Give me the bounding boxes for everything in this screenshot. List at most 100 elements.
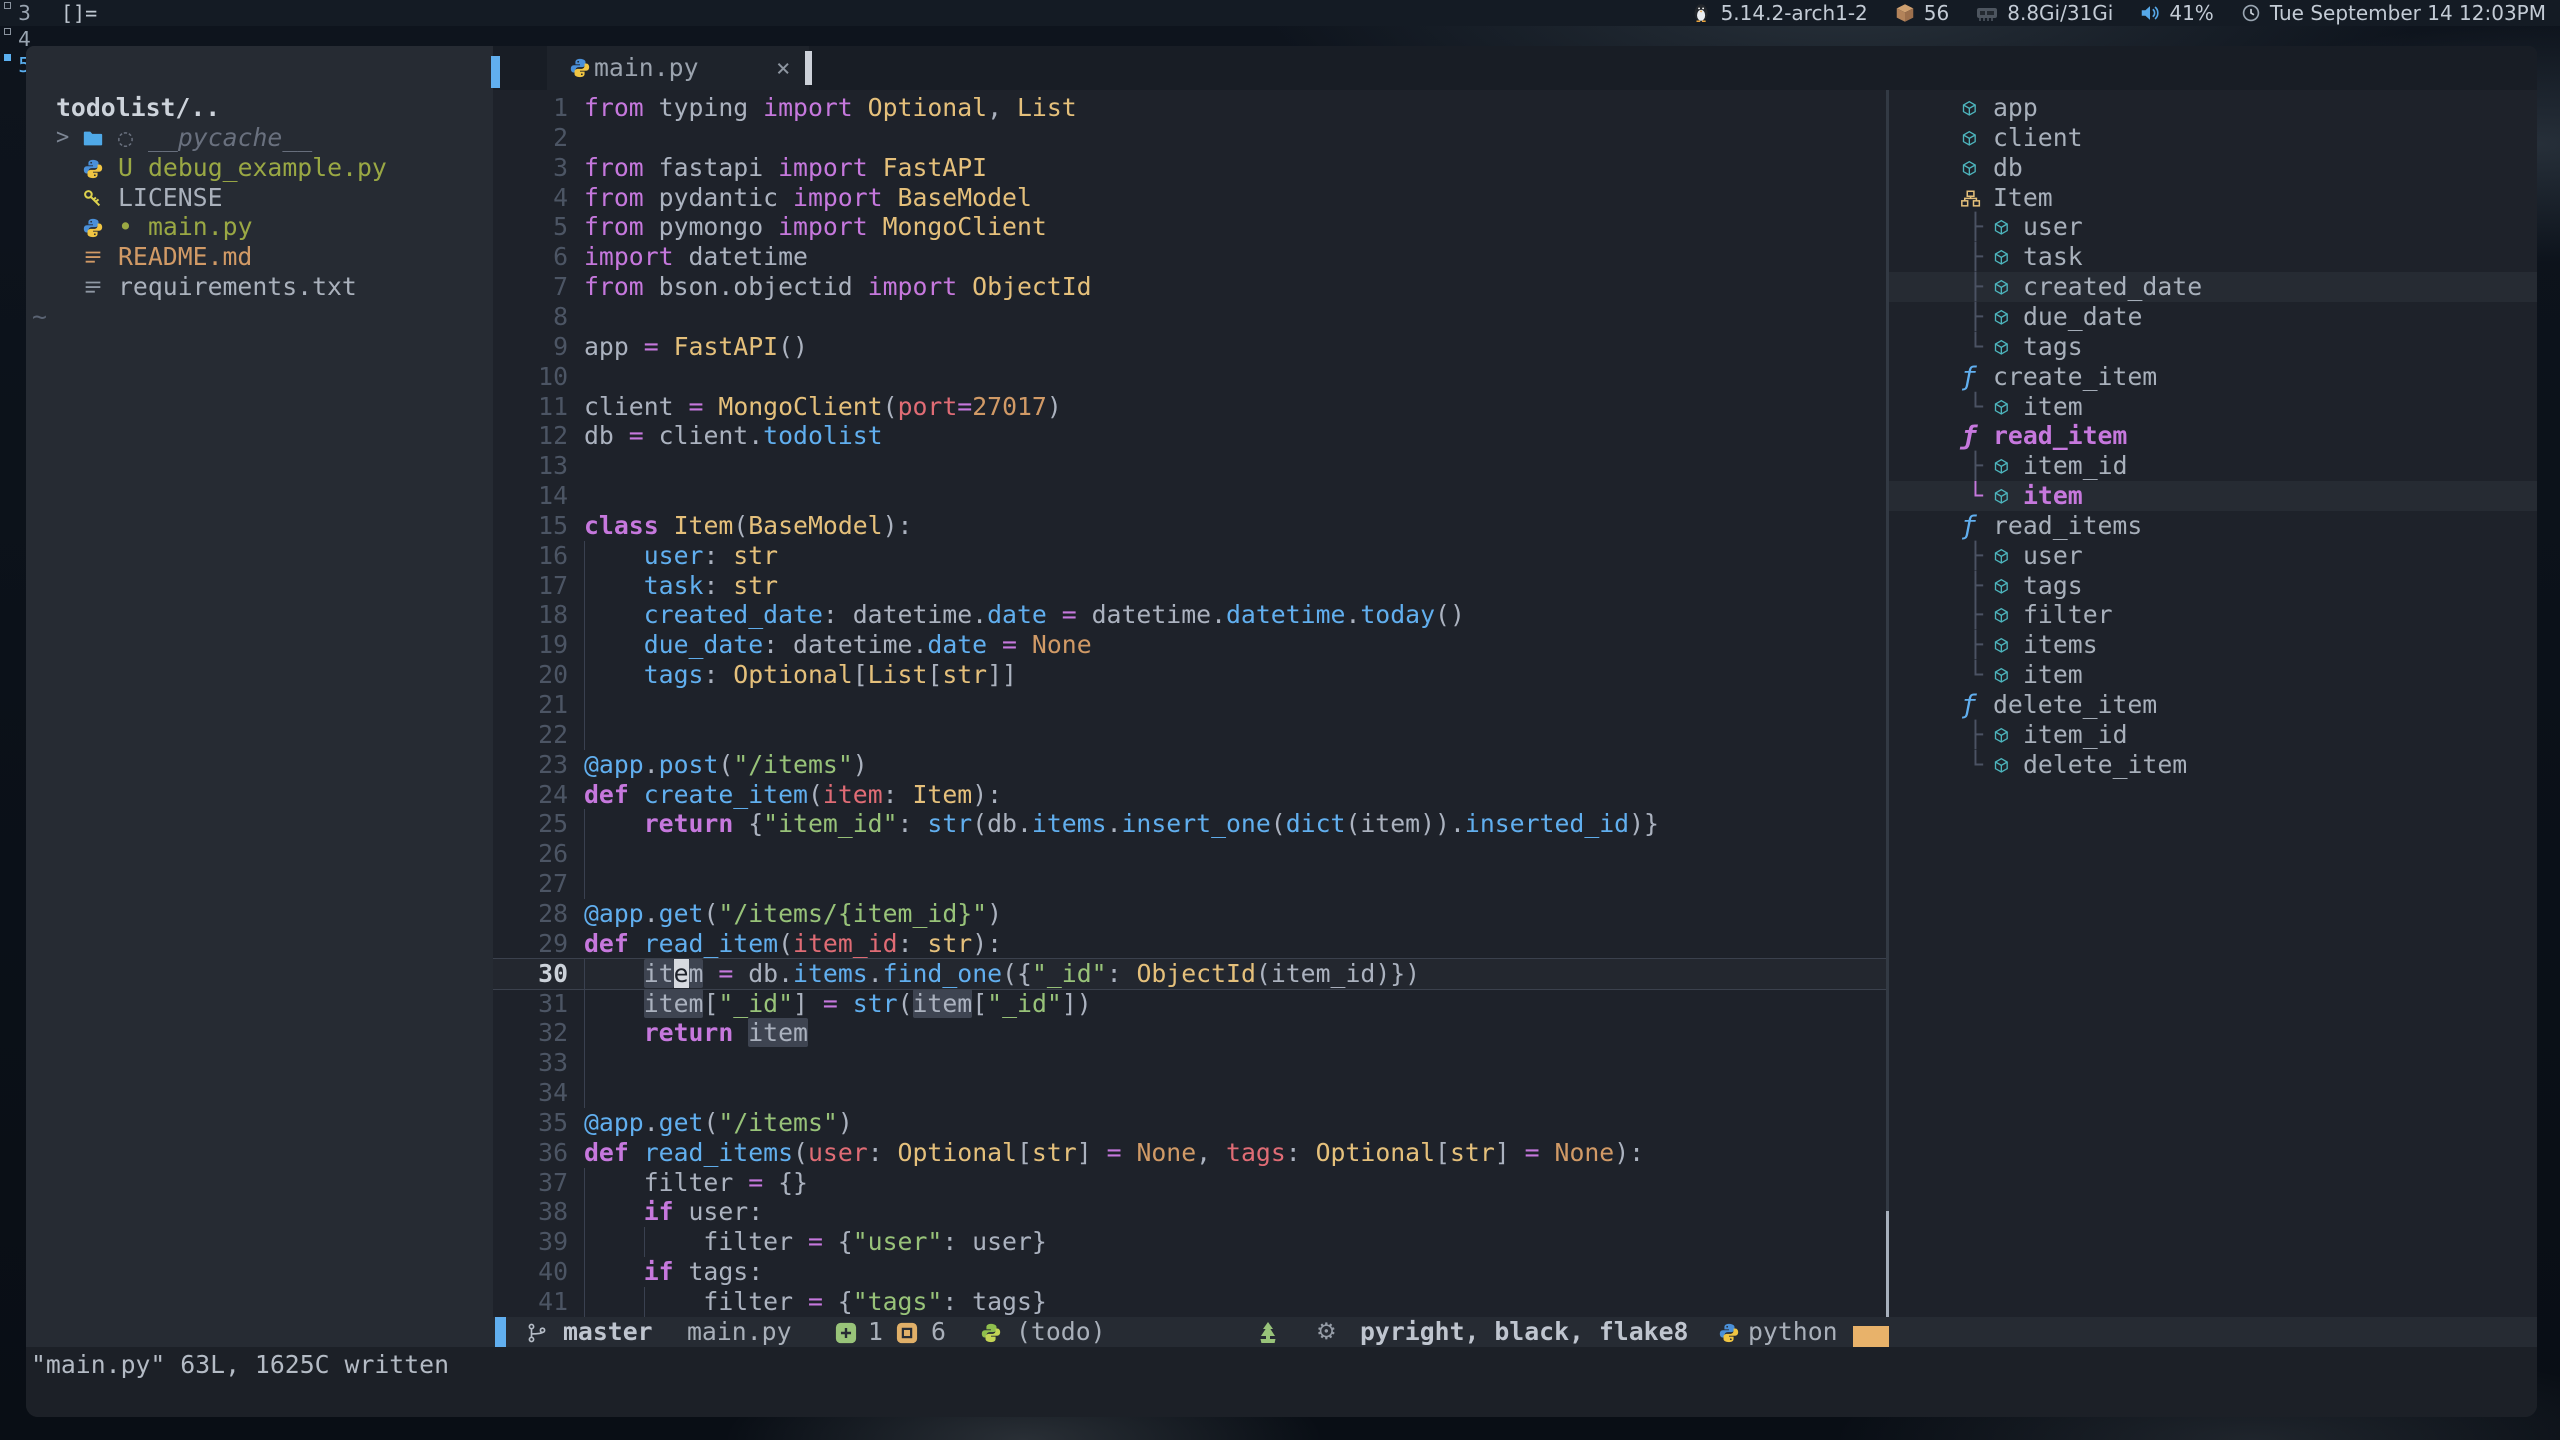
outline-item-task[interactable]: ├task — [1889, 242, 2537, 272]
code-line-34[interactable]: 34 — [493, 1078, 1886, 1108]
code-token: create_item — [644, 780, 808, 809]
outline-item-app[interactable]: app — [1889, 93, 2537, 123]
outline-label: read_items — [1993, 511, 2142, 541]
outline-item-db[interactable]: db — [1889, 153, 2537, 183]
outline-item-tags[interactable]: └tags — [1889, 332, 2537, 362]
code-line-37[interactable]: 37 filter = {} — [493, 1168, 1886, 1198]
outline-item-client[interactable]: client — [1889, 123, 2537, 153]
code-line-16[interactable]: 16 user: str — [493, 541, 1886, 571]
code-line-5[interactable]: 5from pymongo import MongoClient — [493, 212, 1886, 242]
code-token: ): — [1614, 1138, 1644, 1167]
code-token: str — [1032, 1138, 1077, 1167]
outline-item-create_item[interactable]: ƒcreate_item — [1889, 362, 2537, 392]
code-editor-pane[interactable]: 1from typing import Optional, List23from… — [493, 90, 1886, 1317]
line-number: 20 — [493, 660, 568, 690]
code-line-15[interactable]: 15class Item(BaseModel): — [493, 511, 1886, 541]
code-line-41[interactable]: 41 filter = {"tags": tags} — [493, 1287, 1886, 1317]
code-line-27[interactable]: 27 — [493, 869, 1886, 899]
code-line-23[interactable]: 23@app.post("/items") — [493, 750, 1886, 780]
outline-item-due_date[interactable]: ├due_date — [1889, 302, 2537, 332]
file-explorer-pane[interactable]: todolist/..>◌__pycache__ Udebug_example.… — [26, 46, 493, 1347]
code-line-30[interactable]: 30 item = db.items.find_one({"_id": Obje… — [493, 959, 1886, 989]
function-icon: ƒ — [1961, 690, 1977, 720]
code-line-13[interactable]: 13 — [493, 451, 1886, 481]
code-line-19[interactable]: 19 due_date: datetime.date = None — [493, 630, 1886, 660]
code-token: "/items" — [733, 750, 852, 779]
outline-item-item_id[interactable]: ├item_id — [1889, 451, 2537, 481]
chevron-right-icon[interactable]: > — [56, 123, 69, 153]
code-line-21[interactable]: 21 — [493, 690, 1886, 720]
code-line-35[interactable]: 35@app.get("/items") — [493, 1108, 1886, 1138]
code-line-7[interactable]: 7from bson.objectid import ObjectId — [493, 272, 1886, 302]
outline-item-user[interactable]: ├user — [1889, 541, 2537, 571]
code-line-11[interactable]: 11client = MongoClient(port=27017) — [493, 392, 1886, 422]
outline-item-user[interactable]: ├user — [1889, 212, 2537, 242]
symbols-outline-pane[interactable]: appclientdbItem├user├task├created_date├d… — [1889, 90, 2537, 1317]
code-line-8[interactable]: 8 — [493, 302, 1886, 332]
code-line-12[interactable]: 12db = client.todolist — [493, 421, 1886, 451]
code-token: : — [1107, 959, 1137, 988]
code-line-36[interactable]: 36def read_items(user: Optional[str] = N… — [493, 1138, 1886, 1168]
code-line-40[interactable]: 40 if tags: — [493, 1257, 1886, 1287]
file-tree-item-license[interactable]: LICENSE — [26, 183, 493, 213]
workspace-square-icon — [4, 28, 11, 35]
line-number: 5 — [493, 212, 568, 242]
code-line-20[interactable]: 20 tags: Optional[List[str]] — [493, 660, 1886, 690]
outline-label: filter — [2023, 600, 2113, 630]
code-line-3[interactable]: 3from fastapi import FastAPI — [493, 153, 1886, 183]
file-tree-item-debug-example-py[interactable]: Udebug_example.py — [26, 153, 493, 183]
code-line-25[interactable]: 25 return {"item_id": str(db.items.inser… — [493, 809, 1886, 839]
outline-item-item[interactable]: └item — [1889, 481, 2537, 511]
code-line-22[interactable]: 22 — [493, 720, 1886, 750]
workspace-3[interactable]: 3 — [0, 0, 49, 26]
code-token: client — [584, 392, 689, 421]
code-line-17[interactable]: 17 task: str — [493, 571, 1886, 601]
outline-item-created_date[interactable]: ├created_date — [1889, 272, 2537, 302]
code-line-29[interactable]: 29def read_item(item_id: str): — [493, 929, 1886, 959]
file-tree-item-readme-md[interactable]: README.md — [26, 242, 493, 272]
tab-title[interactable]: main.py — [594, 46, 699, 90]
outline-item-item[interactable]: └item — [1889, 392, 2537, 422]
code-line-9[interactable]: 9app = FastAPI() — [493, 332, 1886, 362]
outline-item-delete_item[interactable]: ƒdelete_item — [1889, 690, 2537, 720]
code-line-28[interactable]: 28@app.get("/items/{item_id}") — [493, 899, 1886, 929]
outline-item-item_id[interactable]: ├item_id — [1889, 720, 2537, 750]
code-line-26[interactable]: 26 — [493, 839, 1886, 869]
outline-item-filter[interactable]: ├filter — [1889, 600, 2537, 630]
code-token: ) — [838, 1108, 853, 1137]
code-token: : — [868, 1138, 898, 1167]
code-line-2[interactable]: 2 — [493, 123, 1886, 153]
code-line-10[interactable]: 10 — [493, 362, 1886, 392]
file-tree-item--pycache-[interactable]: >◌__pycache__ — [26, 123, 493, 153]
code-line-33[interactable]: 33 — [493, 1048, 1886, 1078]
outline-item-read_items[interactable]: ƒread_items — [1889, 511, 2537, 541]
outline-item-tags[interactable]: ├tags — [1889, 571, 2537, 601]
desktop: 12345 []= 5.14.2-arch1-2568.8Gi/31Gi41%T… — [0, 0, 2560, 1440]
outline-item-Item[interactable]: Item — [1889, 183, 2537, 213]
file-tree-item-requirements-txt[interactable]: requirements.txt — [26, 272, 493, 302]
code-line-31[interactable]: 31 item["_id"] = str(item["_id"]) — [493, 989, 1886, 1019]
code-text: filter = {"tags": tags} — [584, 1287, 1047, 1317]
code-token: it — [644, 959, 674, 988]
code-line-39[interactable]: 39 filter = {"user": user} — [493, 1227, 1886, 1257]
code-line-24[interactable]: 24def create_item(item: Item): — [493, 780, 1886, 810]
code-token: filter — [584, 1168, 748, 1197]
code-line-32[interactable]: 32 return item — [493, 1018, 1886, 1048]
outline-item-read_item[interactable]: ƒread_item — [1889, 421, 2537, 451]
code-token — [1047, 600, 1062, 629]
outline-item-item[interactable]: └item — [1889, 660, 2537, 690]
code-token: ) — [853, 750, 868, 779]
code-line-6[interactable]: 6import datetime — [493, 242, 1886, 272]
code-line-1[interactable]: 1from typing import Optional, List — [493, 93, 1886, 123]
code-line-14[interactable]: 14 — [493, 481, 1886, 511]
code-token: (item_id)}) — [1256, 959, 1420, 988]
code-line-18[interactable]: 18 created_date: datetime.date = datetim… — [493, 600, 1886, 630]
outline-item-delete_item[interactable]: └delete_item — [1889, 750, 2537, 780]
outline-item-items[interactable]: ├items — [1889, 630, 2537, 660]
code-token — [584, 1197, 644, 1226]
code-line-38[interactable]: 38 if user: — [493, 1197, 1886, 1227]
file-tree-item-main-py[interactable]: •main.py — [26, 212, 493, 242]
close-icon[interactable]: × — [776, 46, 790, 90]
code-line-4[interactable]: 4from pydantic import BaseModel — [493, 183, 1886, 213]
git-status-badge: U — [118, 153, 133, 183]
